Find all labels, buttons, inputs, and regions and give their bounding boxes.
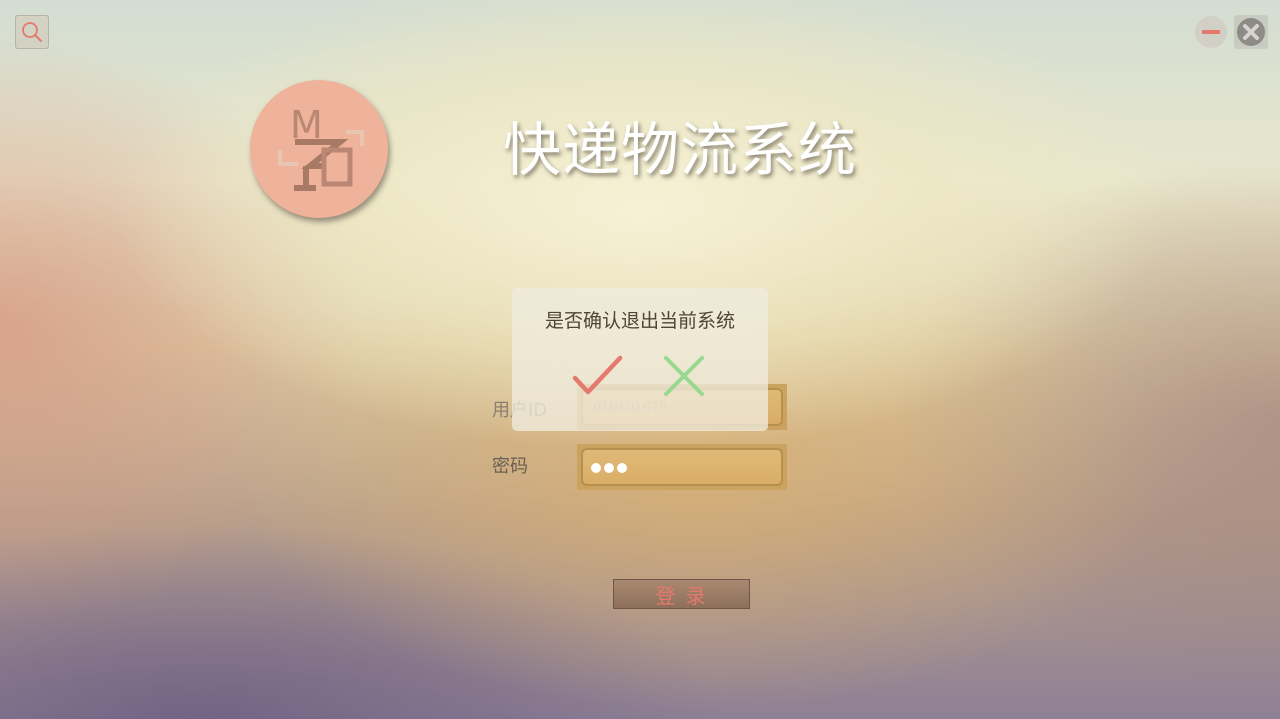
confirm-exit-dialog: 是否确认退出当前系统: [512, 288, 768, 431]
password-dot: [617, 463, 627, 473]
search-button[interactable]: [15, 15, 49, 49]
close-button[interactable]: [1234, 15, 1268, 49]
minimize-icon: [1195, 16, 1227, 48]
confirm-button[interactable]: [572, 352, 624, 400]
password-dot: [604, 463, 614, 473]
app-logo: M: [250, 80, 388, 218]
cross-icon: [664, 356, 704, 396]
logo-mark-icon: M: [278, 103, 364, 191]
password-label: 密码: [492, 456, 528, 477]
cancel-button[interactable]: [660, 352, 710, 400]
app-title: 快递物流系统: [502, 116, 857, 184]
login-button[interactable]: 登 录: [613, 579, 750, 609]
dialog-message: 是否确认退出当前系统: [544, 310, 735, 332]
password-field-frame: [577, 444, 787, 490]
password-mask: [591, 463, 627, 473]
close-icon: [1237, 18, 1265, 46]
minimize-button[interactable]: [1194, 15, 1228, 49]
search-icon: [22, 22, 42, 42]
password-dot: [591, 463, 601, 473]
password-field[interactable]: [581, 448, 783, 486]
check-icon: [572, 355, 623, 395]
